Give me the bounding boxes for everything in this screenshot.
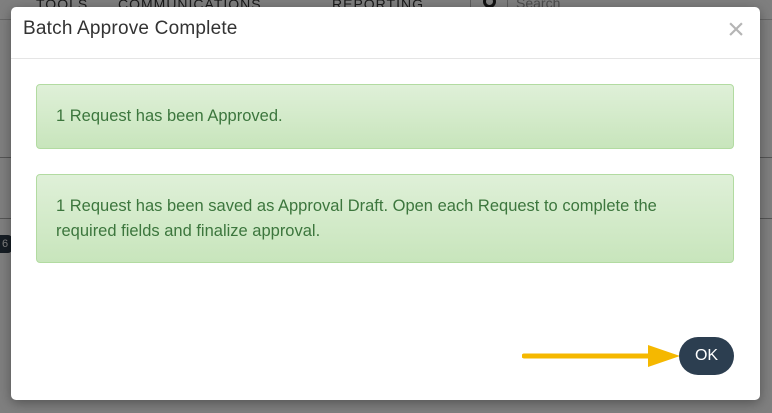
close-icon[interactable]: × <box>726 15 746 45</box>
modal-title: Batch Approve Complete <box>23 18 238 39</box>
batch-approve-dialog: Batch Approve Complete × 1 Request has b… <box>11 7 760 400</box>
alert-message: 1 Request has been saved as Approval Dra… <box>56 197 657 240</box>
ok-button[interactable]: OK <box>679 337 734 375</box>
arrow-right-icon <box>522 345 680 367</box>
alert-message: 1 Request has been Approved. <box>56 107 283 125</box>
success-alert-approved: 1 Request has been Approved. <box>36 84 734 149</box>
modal-header: Batch Approve Complete × <box>11 7 760 59</box>
success-alert-draft: 1 Request has been saved as Approval Dra… <box>36 174 734 263</box>
